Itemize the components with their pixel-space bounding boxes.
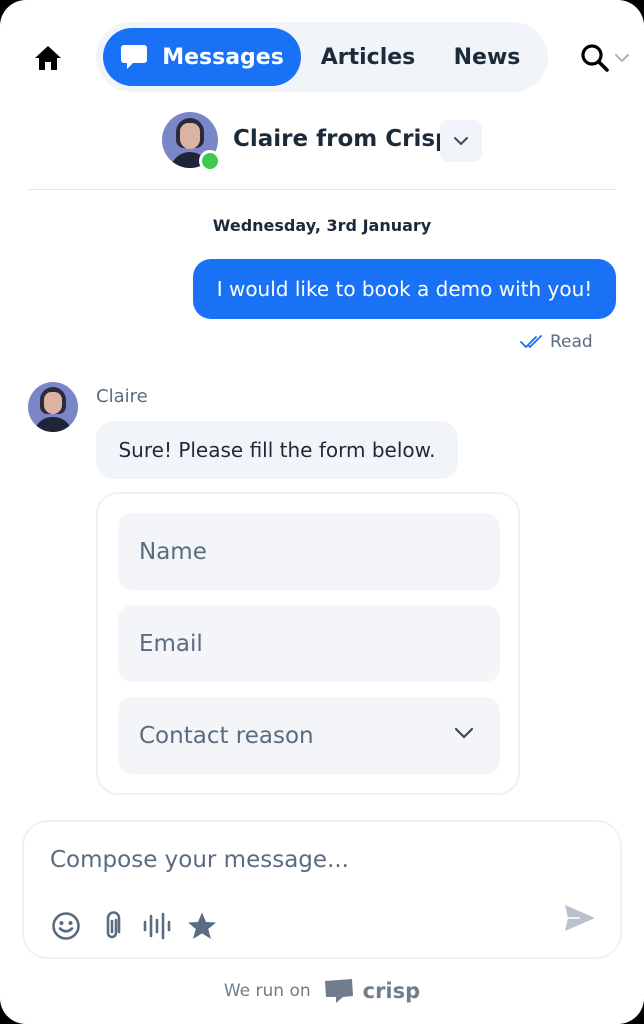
voice-icon xyxy=(143,912,171,940)
home-button[interactable] xyxy=(30,40,66,76)
send-icon xyxy=(565,905,595,931)
voice-button[interactable] xyxy=(141,910,173,942)
header-divider xyxy=(28,189,616,190)
agent-message-text: Sure! Please fill the form below. xyxy=(118,438,436,462)
email-field-placeholder: Email xyxy=(139,630,203,657)
tab-messages[interactable]: Messages xyxy=(103,28,301,86)
attach-button[interactable] xyxy=(96,910,128,942)
home-icon xyxy=(35,46,61,70)
shortcuts-button[interactable] xyxy=(186,910,218,942)
date-separator: Wednesday, 3rd January xyxy=(212,216,432,235)
star-icon xyxy=(188,912,216,939)
tab-articles-label: Articles xyxy=(320,44,416,70)
online-status-dot xyxy=(199,150,221,172)
search-icon xyxy=(581,44,609,72)
user-message-bubble: I would like to book a demo with you! xyxy=(193,259,616,319)
agent-name: Claire from Crisp xyxy=(233,126,452,152)
email-field[interactable]: Email xyxy=(118,605,500,682)
chat-widget: Messages Articles News Claire from Crisp xyxy=(0,0,644,1024)
avatar xyxy=(28,382,78,432)
user-message-text: I would like to book a demo with you! xyxy=(216,277,593,301)
emoji-button[interactable] xyxy=(50,910,82,942)
powered-by-footer[interactable]: We run on crisp xyxy=(0,976,644,1006)
chevron-down-icon xyxy=(615,54,629,63)
tab-news-label: News xyxy=(453,44,521,70)
sender-name: Claire xyxy=(96,386,148,407)
agent-dropdown-button[interactable] xyxy=(440,120,482,162)
paperclip-icon xyxy=(106,911,121,939)
compose-input[interactable] xyxy=(50,840,570,880)
footer-text: We run on xyxy=(223,981,311,1001)
contact-reason-placeholder: Contact reason xyxy=(139,722,314,749)
nav-tabs: Messages Articles News xyxy=(96,22,548,92)
footer-brand: crisp xyxy=(362,979,421,1003)
message-composer xyxy=(22,820,622,959)
chevron-down-icon xyxy=(454,727,474,739)
read-receipt: Read xyxy=(520,332,593,352)
send-button[interactable] xyxy=(560,900,600,936)
agent-header: Claire from Crisp xyxy=(0,112,644,172)
crisp-logo-icon xyxy=(323,978,355,1004)
chat-bubble-icon xyxy=(120,44,148,70)
agent-message-bubble: Sure! Please fill the form below. xyxy=(96,421,458,479)
emoji-icon xyxy=(52,912,80,940)
contact-form: Name Email Contact reason xyxy=(96,492,520,795)
tab-messages-label: Messages xyxy=(162,44,284,70)
name-field[interactable]: Name xyxy=(118,513,500,590)
read-status-label: Read xyxy=(550,332,593,352)
chevron-down-icon xyxy=(454,137,468,146)
tab-news[interactable]: News xyxy=(436,28,538,86)
name-field-placeholder: Name xyxy=(139,538,207,565)
contact-reason-select[interactable]: Contact reason xyxy=(118,697,500,774)
double-check-icon xyxy=(520,335,542,349)
tab-articles[interactable]: Articles xyxy=(308,28,428,86)
search-button[interactable] xyxy=(580,40,634,76)
